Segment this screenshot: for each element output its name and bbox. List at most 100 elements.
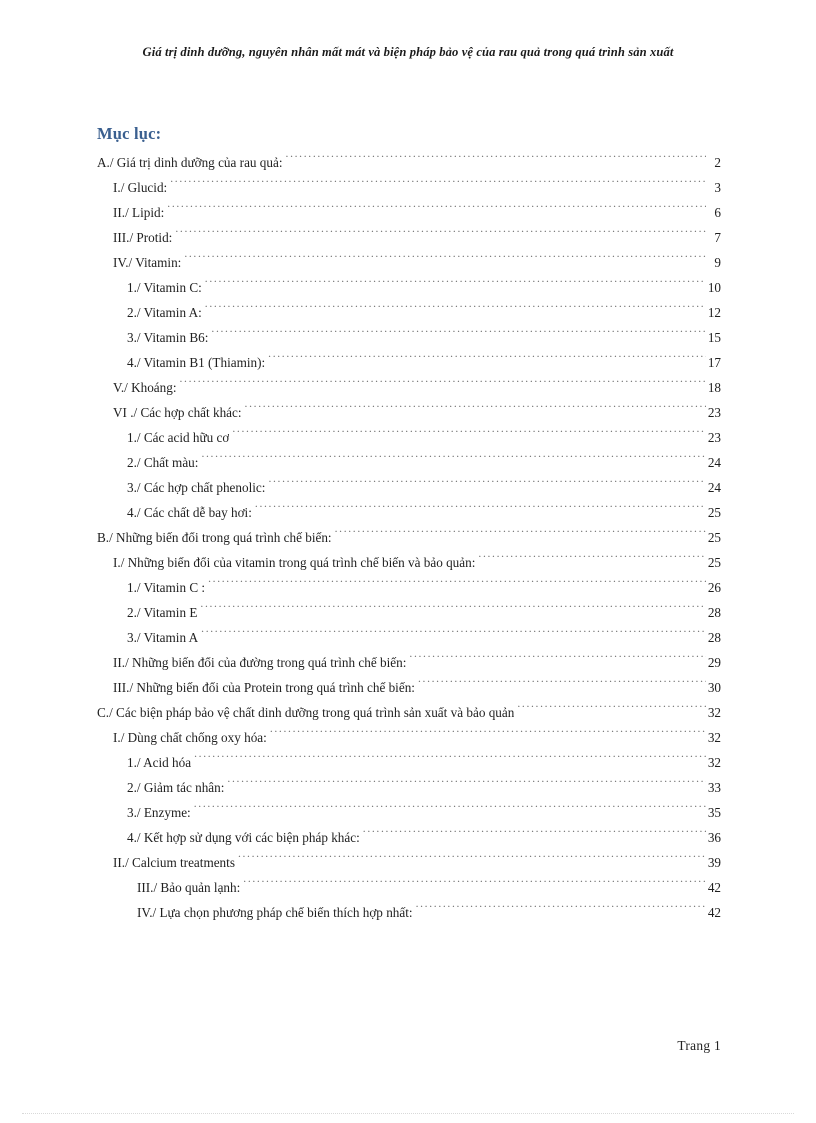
toc-entry-label: 1./ Vitamin C : xyxy=(127,580,206,595)
toc-entry-label: III./ Protid: xyxy=(113,230,173,245)
toc-entry[interactable]: II./ Calcium treatments 39 xyxy=(97,850,721,875)
toc-dot-leader xyxy=(201,629,706,642)
toc-dot-leader xyxy=(363,829,706,842)
toc-entry[interactable]: III./ Bảo quản lạnh: 42 xyxy=(97,875,721,900)
toc-entry[interactable]: 1./ Acid hóa 32 xyxy=(97,750,721,775)
toc-entry-page-number: 6 xyxy=(714,205,721,220)
toc-entry[interactable]: I./ Dùng chất chống oxy hóa: 32 xyxy=(97,725,721,750)
toc-entry-page-number: 42 xyxy=(707,905,721,920)
toc-entry-page-number: 29 xyxy=(707,655,721,670)
toc-entry[interactable]: 4./ Kết hợp sử dụng với các biện pháp kh… xyxy=(97,825,721,850)
toc-dot-leader xyxy=(194,754,706,767)
toc-entry-page-number: 17 xyxy=(707,355,721,370)
toc-entry[interactable]: 4./ Các chất dễ bay hơi: 25 xyxy=(97,500,721,525)
toc-entry-label: A./ Giá trị dinh dưỡng của rau quả: xyxy=(97,155,283,170)
toc-entry[interactable]: I./ Glucid: 3 xyxy=(97,175,721,200)
toc-entry-label: 2./ Vitamin E xyxy=(127,605,198,620)
toc-entry-label: I./ Dùng chất chống oxy hóa: xyxy=(113,730,267,745)
toc-entry[interactable]: B./ Những biến đổi trong quá trình chế b… xyxy=(97,525,721,550)
toc-dot-leader xyxy=(227,779,706,792)
toc-entry[interactable]: V./ Khoáng: 18 xyxy=(97,375,721,400)
toc-dot-leader xyxy=(478,554,706,567)
toc-entry-label: III./ Bảo quản lạnh: xyxy=(137,880,241,895)
toc-entry-page-number: 23 xyxy=(707,405,721,420)
bottom-divider xyxy=(22,1113,794,1115)
toc-entry[interactable]: 3./ Vitamin A 28 xyxy=(97,625,721,650)
toc-entry-label: 4./ Vitamin B1 (Thiamin): xyxy=(127,355,266,370)
toc-entry-label: I./ Những biến đổi của vitamin trong quá… xyxy=(113,555,476,570)
toc-entry-page-number: 32 xyxy=(707,730,721,745)
toc-dot-leader xyxy=(335,529,706,542)
toc-entry-label: B./ Những biến đổi trong quá trình chế b… xyxy=(97,530,332,545)
toc-entry[interactable]: 3./ Vitamin B6: 15 xyxy=(97,325,721,350)
toc-entry[interactable]: 2./ Vitamin E 28 xyxy=(97,600,721,625)
toc-entry-label: 3./ Vitamin B6: xyxy=(127,330,209,345)
toc-entry-label: 4./ Các chất dễ bay hơi: xyxy=(127,505,252,520)
toc-dot-leader xyxy=(170,179,706,192)
toc-entry-page-number: 30 xyxy=(707,680,721,695)
toc-entry[interactable]: 2./ Giảm tác nhân: 33 xyxy=(97,775,721,800)
toc-entry[interactable]: I./ Những biến đổi của vitamin trong quá… xyxy=(97,550,721,575)
toc-entry-page-number: 25 xyxy=(707,555,721,570)
toc-entry-page-number: 28 xyxy=(707,605,721,620)
toc-entry[interactable]: 3./ Enzyme: 35 xyxy=(97,800,721,825)
toc-entry[interactable]: IV./ Lựa chọn phương pháp chế biến thích… xyxy=(97,900,721,925)
toc-dot-leader xyxy=(200,604,706,617)
toc-dot-leader xyxy=(175,229,706,242)
toc-entry-label: II./ Lipid: xyxy=(113,205,165,220)
toc-entry[interactable]: 1./ Vitamin C: 10 xyxy=(97,275,721,300)
toc-entry[interactable]: II./ Lipid: 6 xyxy=(97,200,721,225)
toc-dot-leader xyxy=(268,354,706,367)
toc-dot-leader xyxy=(205,279,706,292)
toc-entry-label: C./ Các biện pháp bảo vệ chất dinh dưỡng… xyxy=(97,705,515,720)
toc-entry-page-number: 25 xyxy=(707,530,721,545)
toc-entry[interactable]: III./ Những biến đổi của Protein trong q… xyxy=(97,675,721,700)
toc-dot-leader xyxy=(286,154,706,167)
toc-entry[interactable]: C./ Các biện pháp bảo vệ chất dinh dưỡng… xyxy=(97,700,721,725)
toc-entry[interactable]: 2./ Vitamin A: 12 xyxy=(97,300,721,325)
toc-entry[interactable]: 1./ Các acid hữu cơ 23 xyxy=(97,425,721,450)
toc-entry[interactable]: IV./ Vitamin: 9 xyxy=(97,250,721,275)
toc-entry[interactable]: A./ Giá trị dinh dưỡng của rau quả: 2 xyxy=(97,150,721,175)
toc-entry-page-number: 42 xyxy=(707,880,721,895)
toc-dot-leader xyxy=(255,504,706,517)
toc-entry[interactable]: III./ Protid: 7 xyxy=(97,225,721,250)
toc-entry-label: 3./ Enzyme: xyxy=(127,805,191,820)
toc-dot-leader xyxy=(409,654,706,667)
toc-entry-page-number: 25 xyxy=(707,505,721,520)
toc-entry-label: 4./ Kết hợp sử dụng với các biện pháp kh… xyxy=(127,830,360,845)
toc-dot-leader xyxy=(201,454,706,467)
toc-entry[interactable]: 4./ Vitamin B1 (Thiamin): 17 xyxy=(97,350,721,375)
toc-entry-page-number: 26 xyxy=(707,580,721,595)
toc-dot-leader xyxy=(180,379,707,392)
toc-entry-label: III./ Những biến đổi của Protein trong q… xyxy=(113,680,415,695)
toc-entry-page-number: 24 xyxy=(707,455,721,470)
toc-entry-page-number: 32 xyxy=(707,755,721,770)
toc-entry-label: VI ./ Các hợp chất khác: xyxy=(113,405,242,420)
toc-entry-label: 2./ Chất màu: xyxy=(127,455,199,470)
toc-entry-label: 2./ Vitamin A: xyxy=(127,305,202,320)
toc-entry[interactable]: 1./ Vitamin C : 26 xyxy=(97,575,721,600)
toc-entry-page-number: 32 xyxy=(707,705,721,720)
table-of-contents: Mục lục: A./ Giá trị dinh dưỡng của rau … xyxy=(97,124,721,925)
toc-entry-label: 3./ Vitamin A xyxy=(127,630,199,645)
toc-entry-label: 1./ Vitamin C: xyxy=(127,280,202,295)
toc-entry[interactable]: VI ./ Các hợp chất khác: 23 xyxy=(97,400,721,425)
toc-dot-leader xyxy=(245,404,706,417)
toc-dot-leader xyxy=(208,579,706,592)
toc-entry-page-number: 3 xyxy=(714,180,721,195)
toc-entry-label: 1./ Acid hóa xyxy=(127,755,192,770)
toc-entry-label: 1./ Các acid hữu cơ xyxy=(127,430,230,445)
toc-entry[interactable]: 2./ Chất màu: 24 xyxy=(97,450,721,475)
toc-entry-label: 3./ Các hợp chất phenolic: xyxy=(127,480,266,495)
toc-dot-leader xyxy=(194,804,706,817)
toc-entry-page-number: 18 xyxy=(707,380,721,395)
toc-entry-page-number: 33 xyxy=(707,780,721,795)
toc-entry-page-number: 12 xyxy=(707,305,721,320)
toc-entry-page-number: 15 xyxy=(707,330,721,345)
toc-entry-page-number: 23 xyxy=(707,430,721,445)
toc-entry-list: A./ Giá trị dinh dưỡng của rau quả: 2 I./ … xyxy=(97,150,721,925)
toc-entry[interactable]: II./ Những biến đổi của đường trong quá … xyxy=(97,650,721,675)
toc-entry-page-number: 39 xyxy=(707,855,721,870)
toc-entry[interactable]: 3./ Các hợp chất phenolic: 24 xyxy=(97,475,721,500)
